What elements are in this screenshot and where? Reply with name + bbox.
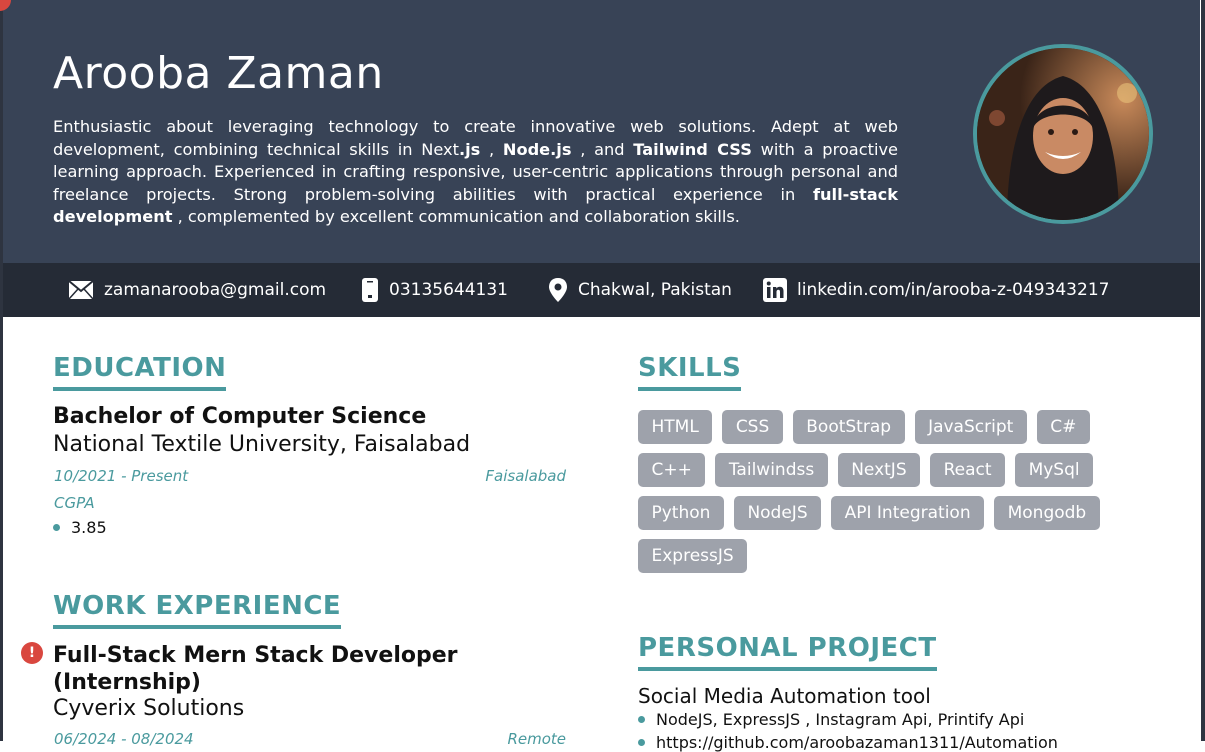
project-link-item[interactable]: https://github.com/aroobazaman1311/Autom… [638, 733, 1058, 752]
linkedin-icon [763, 278, 787, 302]
work-experience-heading: WORK EXPERIENCE [53, 590, 342, 629]
skill-chip: API Integration [831, 496, 985, 530]
profile-summary: Enthusiastic about leveraging technology… [53, 116, 898, 229]
profile-photo [973, 44, 1153, 224]
degree-title: Bachelor of Computer Science [53, 404, 427, 429]
phone-text: 03135644131 [389, 280, 508, 300]
window-frame-right [1201, 0, 1205, 741]
warning-icon: ! [21, 642, 43, 664]
skill-chip: Mongodb [994, 496, 1100, 530]
summary-highlight: .js [458, 139, 481, 159]
skill-chip: C++ [638, 453, 706, 487]
project-link[interactable]: https://github.com/aroobazaman1311/Autom… [656, 733, 1058, 752]
skill-chip: React [930, 453, 1006, 487]
project-title: Social Media Automation tool [638, 684, 931, 708]
email-text: zamanarooba@gmail.com [104, 280, 327, 300]
bullet-dot [638, 716, 645, 723]
summary-text: , [480, 139, 503, 159]
cgpa-item: 3.85 [53, 518, 107, 537]
education-location: Faisalabad [485, 467, 566, 485]
resume-header: Arooba Zaman Enthusiastic about leveragi… [3, 0, 1200, 263]
summary-highlight: Node.js [502, 139, 572, 159]
contact-location: Chakwal, Pakistan [548, 278, 732, 302]
company-name: Cyverix Solutions [53, 696, 245, 721]
skills-list: HTML CSS BootStrap JavaScript C# C++ Tailwinds… [638, 410, 1158, 573]
skill-chip: CSS [722, 410, 783, 444]
school-name: National Textile University, Faisalabad [53, 432, 471, 457]
contact-phone[interactable]: 03135644131 [361, 278, 508, 302]
linkedin-text: linkedin.com/in/arooba-z-049343217 [797, 280, 1110, 300]
contact-linkedin[interactable]: linkedin.com/in/arooba-z-049343217 [763, 278, 1109, 302]
bullet-dot [638, 739, 645, 746]
project-stack: NodeJS, ExpressJS , Instagram Api, Print… [656, 710, 1025, 729]
cgpa-label: CGPA [54, 494, 95, 512]
contact-email[interactable]: zamanarooba@gmail.com [68, 278, 326, 302]
work-location: Remote [507, 730, 566, 748]
skills-heading: SKILLS [638, 352, 742, 391]
skill-chip: Python [638, 496, 724, 530]
skill-chip: HTML [638, 410, 713, 444]
education-heading: EDUCATION [53, 352, 227, 391]
contact-bar: zamanarooba@gmail.com 03135644131 Chakwa… [3, 263, 1200, 317]
cgpa-value: 3.85 [71, 518, 107, 537]
skill-chip: Tailwindss [715, 453, 828, 487]
work-dates: 06/2024 - 08/2024 [54, 730, 194, 748]
personal-project-heading: PERSONAL PROJECT [638, 632, 937, 671]
summary-highlight: Tailwind CSS [633, 139, 752, 159]
skill-chip: C# [1036, 410, 1090, 444]
skill-chip: JavaScript [914, 410, 1027, 444]
summary-text: , complemented by excellent communicatio… [172, 207, 740, 226]
bullet-dot [53, 524, 60, 531]
candidate-name: Arooba Zaman [53, 48, 384, 99]
location-text: Chakwal, Pakistan [578, 280, 732, 300]
skill-chip: NextJS [837, 453, 921, 487]
envelope-icon [68, 280, 94, 300]
map-pin-icon [549, 278, 567, 302]
skill-chip: ExpressJS [638, 539, 748, 573]
skill-chip: BootStrap [792, 410, 905, 444]
summary-text: , and [571, 139, 634, 159]
job-title: Full-Stack Mern Stack Developer (Interns… [53, 643, 458, 695]
skill-chip: NodeJS [733, 496, 822, 530]
skill-chip: MySql [1015, 453, 1094, 487]
project-stack-item: NodeJS, ExpressJS , Instagram Api, Print… [638, 710, 1024, 729]
education-dates: 10/2021 - Present [54, 467, 189, 485]
mobile-phone-icon [362, 278, 378, 302]
